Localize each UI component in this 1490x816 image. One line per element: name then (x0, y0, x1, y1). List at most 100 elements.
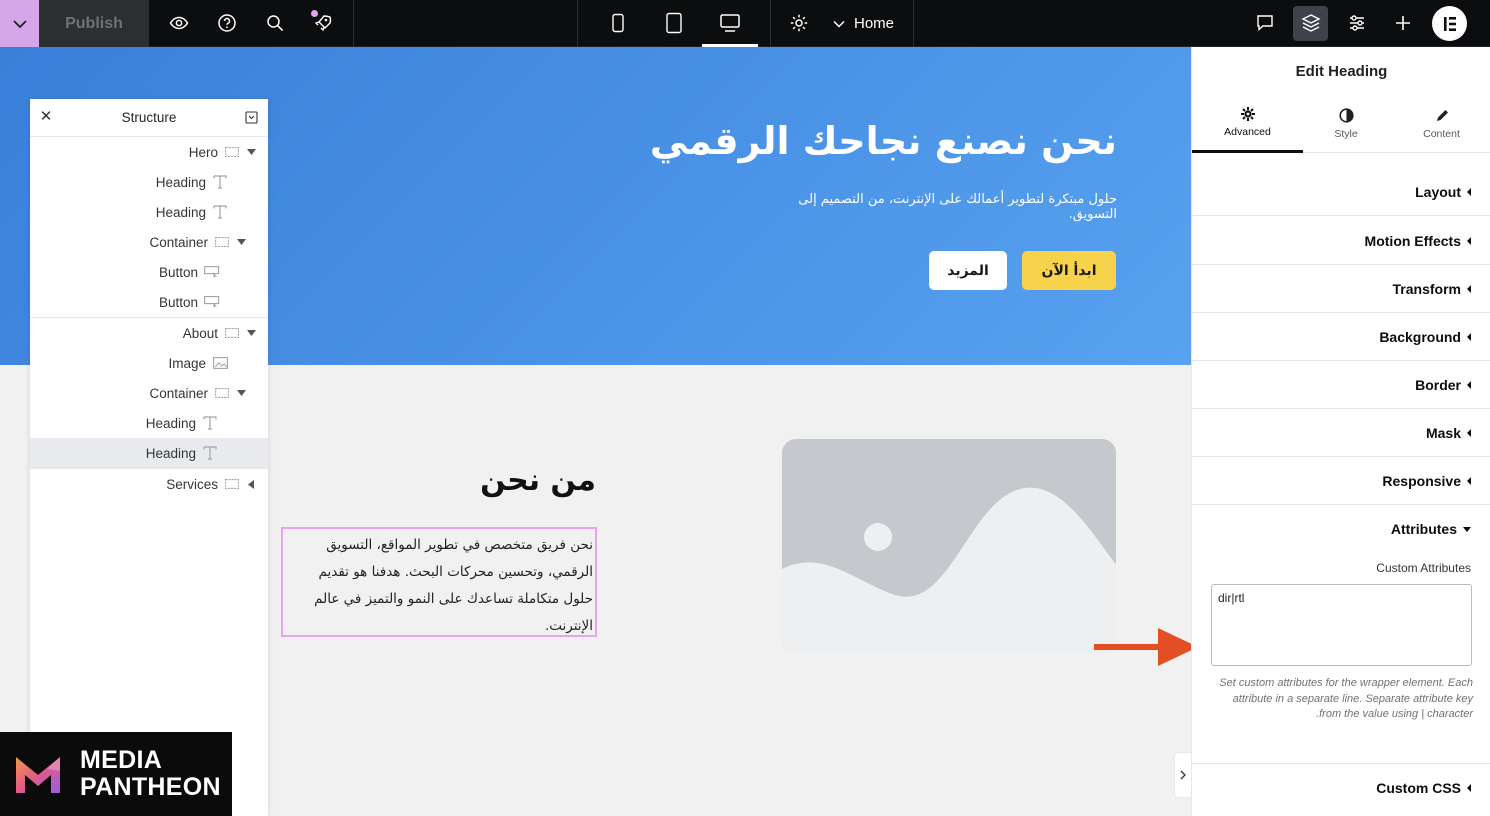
hero-heading[interactable]: نحن نصنع نجاحك الرقمي (650, 119, 1117, 163)
caret-left-icon[interactable] (244, 477, 258, 491)
container-icon (214, 385, 230, 401)
section-background[interactable]: Background (1192, 313, 1490, 361)
structure-item-hero[interactable]: Hero (30, 137, 268, 167)
caret-down-icon[interactable] (234, 386, 248, 400)
panel-toggle-button[interactable] (1174, 752, 1191, 798)
section-mask[interactable]: Mask (1192, 409, 1490, 457)
page-name: Home (854, 15, 895, 32)
brand-line2: PANTHEON (80, 773, 221, 801)
button-icon (204, 264, 220, 280)
comments-icon[interactable] (1253, 11, 1277, 35)
heading-icon (202, 415, 218, 431)
section-motion-effects[interactable]: Motion Effects (1192, 217, 1490, 265)
collapse-all-icon[interactable] (245, 111, 258, 124)
caret-down-icon (1463, 526, 1471, 532)
hero-subtext[interactable]: حلول مبتكرة لتطوير أعمالك على الإنترنت، … (757, 192, 1117, 222)
container-icon (224, 144, 240, 160)
structure-item-button[interactable]: Button (30, 287, 268, 317)
caret-down-icon[interactable] (244, 145, 258, 159)
section-label: Transform (1392, 280, 1461, 297)
section-layout[interactable]: Layout (1192, 168, 1490, 216)
section-transform[interactable]: Transform (1192, 265, 1490, 313)
structure-item-button[interactable]: Button (30, 257, 268, 287)
desktop-icon[interactable] (718, 11, 742, 35)
structure-title: Structure (121, 110, 177, 125)
structure-header: ✕ Structure (30, 99, 268, 137)
container-icon (224, 325, 240, 341)
tab-content[interactable]: Content (1392, 95, 1490, 153)
structure-item-label: Image (168, 355, 206, 371)
structure-item-label: Heading (155, 204, 206, 220)
image-placeholder[interactable] (782, 439, 1116, 653)
pointer-arrow (1094, 627, 1198, 667)
brand-mark-icon (16, 757, 60, 793)
tab-style[interactable]: Style (1303, 95, 1389, 153)
structure-item-label: Heading (145, 445, 196, 461)
search-icon[interactable] (263, 11, 287, 35)
container-icon (214, 234, 230, 250)
help-icon[interactable] (215, 11, 239, 35)
structure-item-about[interactable]: About (30, 318, 268, 348)
tab-label: Content (1423, 127, 1460, 140)
add-icon[interactable] (1391, 11, 1415, 35)
structure-item-heading[interactable]: Heading (30, 197, 268, 227)
structure-panel: ✕ Structure Hero Heading Heading Contain… (30, 99, 268, 816)
page-selector[interactable]: Home (832, 0, 894, 47)
notification-dot (311, 10, 318, 17)
section-label: Background (1379, 328, 1461, 345)
section-custom-css[interactable]: Custom CSS (1192, 763, 1490, 811)
site-settings-icon[interactable] (1345, 11, 1369, 35)
structure-item-label: Heading (145, 415, 196, 431)
custom-attributes-input[interactable]: dir|rtl (1211, 584, 1472, 666)
structure-item-image[interactable]: Image (30, 348, 268, 378)
custom-attributes-label: Custom Attributes (1376, 561, 1471, 575)
media-pantheon-logo: MEDIA PANTHEON (0, 732, 232, 816)
caret-left-icon (1467, 236, 1471, 245)
caret-down-icon[interactable] (244, 326, 258, 340)
custom-attributes-help: Set custom attributes for the wrapper el… (1219, 677, 1473, 720)
about-heading[interactable]: من نحن (480, 463, 596, 498)
divider (577, 0, 578, 47)
start-now-button[interactable]: ابدأ الآن (1022, 251, 1116, 290)
section-responsive[interactable]: Responsive (1192, 457, 1490, 505)
gear-icon (1240, 107, 1255, 121)
section-label: Motion Effects (1364, 232, 1461, 249)
button-icon (204, 294, 220, 310)
structure-item-container[interactable]: Container (30, 227, 268, 257)
settings-panel: Edit Heading Advanced Style Content Layo… (1191, 47, 1490, 816)
tab-label: Advanced (1224, 126, 1271, 138)
structure-item-label: Container (149, 385, 208, 401)
close-icon[interactable]: ✕ (39, 109, 53, 124)
section-label: Layout (1415, 183, 1461, 200)
structure-item-heading-selected[interactable]: Heading (30, 438, 268, 468)
about-text-selected[interactable]: نحن فريق متخصص في تطوير المواقع، التسويق… (281, 527, 597, 637)
divider (770, 0, 771, 47)
more-button[interactable]: المزيد (929, 251, 1007, 290)
layers-icon[interactable] (1299, 11, 1323, 35)
structure-item-heading[interactable]: Heading (30, 167, 268, 197)
publish-button[interactable]: Publish (39, 0, 149, 47)
section-border[interactable]: Border (1192, 361, 1490, 409)
structure-item-container[interactable]: Container (30, 378, 268, 408)
container-icon (224, 476, 240, 492)
mobile-icon[interactable] (606, 11, 630, 35)
caret-down-icon[interactable] (234, 235, 248, 249)
half-circle-icon (1338, 108, 1354, 123)
structure-item-label: Services (166, 476, 218, 492)
elementor-logo[interactable] (1432, 6, 1467, 41)
structure-item-label: Hero (188, 144, 218, 160)
top-bar: Publish Home (0, 0, 1490, 47)
structure-item-heading[interactable]: Heading (30, 408, 268, 438)
preview-eye-icon[interactable] (167, 11, 191, 35)
structure-item-label: Heading (155, 174, 206, 190)
tablet-icon[interactable] (662, 11, 686, 35)
structure-item-services[interactable]: Services (30, 469, 268, 499)
menu-button[interactable] (0, 0, 39, 47)
settings-icon[interactable] (787, 11, 811, 35)
section-attributes[interactable]: Attributes (1192, 505, 1490, 553)
section-label: Border (1415, 376, 1461, 393)
heading-icon (212, 174, 228, 190)
panel-title: Edit Heading (1295, 62, 1388, 80)
tab-advanced[interactable]: Advanced (1192, 95, 1303, 153)
panel-tabs: Advanced Style Content (1192, 95, 1490, 153)
